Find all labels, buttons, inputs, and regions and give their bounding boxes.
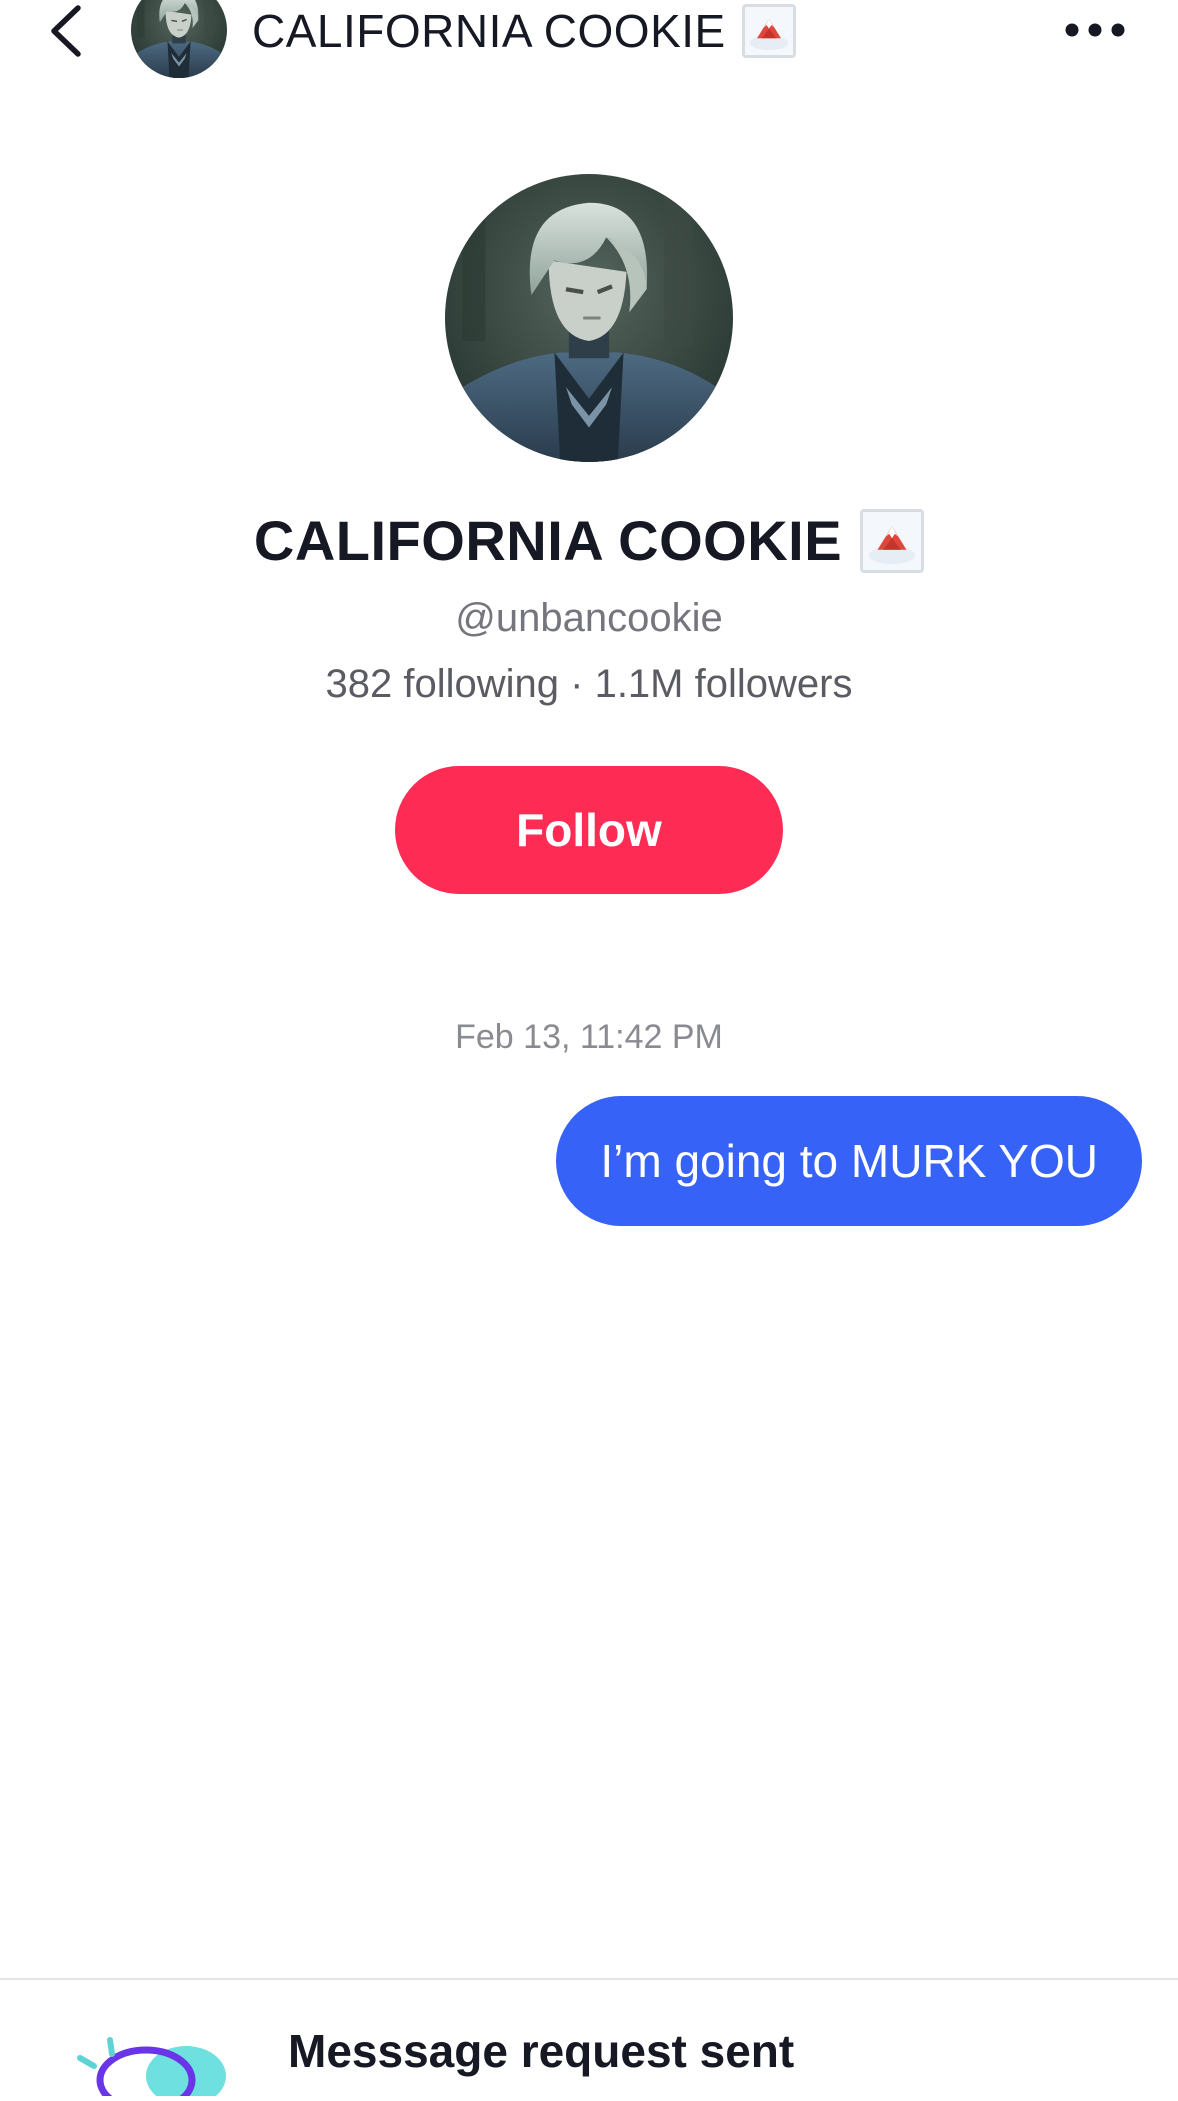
volcano-emoji-icon	[741, 4, 796, 58]
header-title[interactable]: CALIFORNIA COOKIE	[252, 4, 796, 58]
header-title-text: CALIFORNIA COOKIE	[252, 5, 726, 57]
follow-button[interactable]: Follow	[395, 766, 783, 894]
more-options-button[interactable]	[1060, 6, 1130, 54]
chevron-left-icon	[51, 5, 81, 57]
message-request-notice-title: Messsage request sent	[288, 2025, 795, 2077]
sent-message-bubble[interactable]: I’m going to MURK YOU	[556, 1096, 1142, 1226]
chat-header: CALIFORNIA COOKIE	[0, 0, 1178, 66]
profile-stats[interactable]: 382 following · 1.1M followers	[0, 662, 1178, 707]
profile-avatar[interactable]	[445, 174, 733, 462]
profile-name: CALIFORNIA COOKIE	[0, 508, 1178, 573]
volcano-emoji-icon	[860, 508, 925, 573]
profile-name-text: CALIFORNIA COOKIE	[253, 509, 843, 572]
message-timestamp: Feb 13, 11:42 PM	[455, 1018, 723, 1056]
header-avatar[interactable]	[131, 0, 227, 78]
divider	[0, 1978, 1178, 1980]
back-button[interactable]	[40, 0, 92, 62]
profile-handle: @unbancookie	[455, 596, 723, 640]
message-request-illustration-icon	[66, 2036, 246, 2101]
more-horizontal-icon	[1065, 23, 1125, 37]
